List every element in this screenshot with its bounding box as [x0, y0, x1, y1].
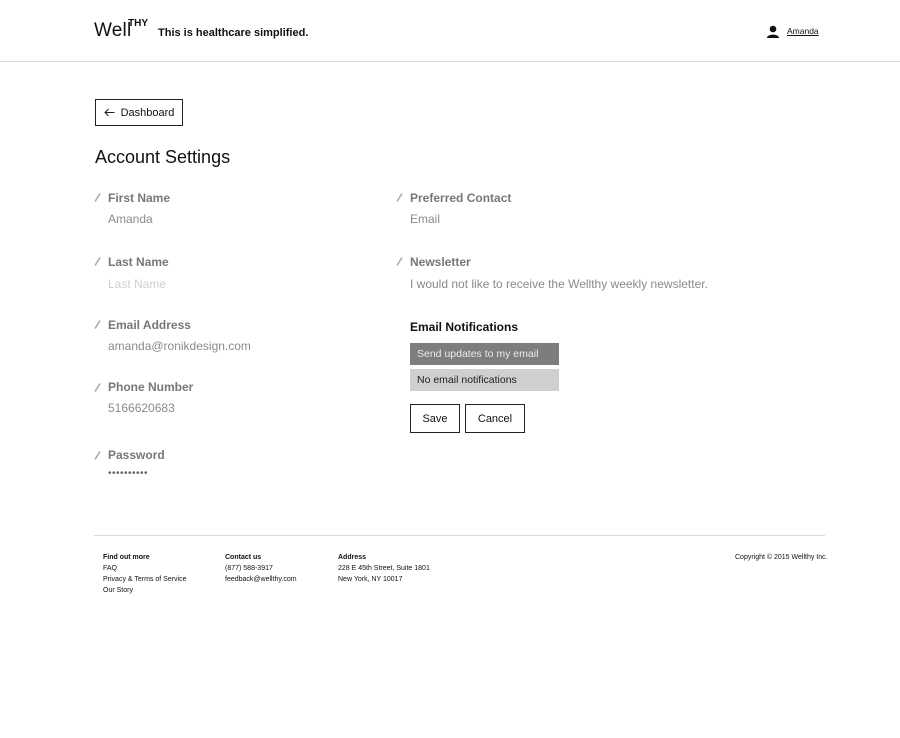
footer-link-faq[interactable]: FAQ — [103, 563, 187, 574]
footer-copyright: Copyright © 2015 Wellthy Inc. — [735, 554, 828, 561]
footer-email[interactable]: feedback@wellthy.com — [225, 574, 297, 585]
pencil-icon[interactable] — [396, 193, 403, 202]
footer-heading: Find out more — [103, 554, 150, 561]
footer-address: Address 228 E 45th Street, Suite 1801 Ne… — [338, 552, 430, 585]
newsletter-label: Newsletter — [410, 255, 471, 269]
password-label: Password — [108, 448, 165, 462]
email-address-label: Email Address — [108, 318, 191, 332]
option-no-email[interactable]: No email notifications — [410, 369, 559, 391]
page-title: Account Settings — [95, 147, 231, 167]
pencil-icon[interactable] — [94, 451, 101, 460]
dashboard-back-button[interactable]: Dashboard — [95, 99, 183, 126]
pencil-icon[interactable] — [94, 320, 101, 329]
last-name-field[interactable]: Last Name — [108, 277, 166, 291]
footer-divider — [94, 535, 825, 536]
footer-find-out-more: Find out more FAQ Privacy & Terms of Ser… — [103, 552, 187, 596]
email-notifications-heading: Email Notifications — [410, 320, 519, 334]
pencil-icon[interactable] — [94, 383, 101, 392]
tagline: This is healthcare simplified. — [158, 27, 309, 39]
user-menu-link[interactable]: Amanda — [787, 26, 819, 36]
footer-contact: Contact us (877) 588-3917 feedback@wellt… — [225, 552, 297, 585]
footer-link-privacy-terms[interactable]: Privacy & Terms of Service — [103, 574, 187, 585]
site-header: Well THY This is healthcare simplified. … — [0, 0, 900, 62]
footer-phone[interactable]: (877) 588-3917 — [225, 563, 297, 574]
option-send-updates[interactable]: Send updates to my email — [410, 343, 559, 365]
save-button[interactable]: Save — [410, 404, 460, 433]
user-icon[interactable] — [766, 25, 780, 38]
email-address-value[interactable]: amanda@ronikdesign.com — [108, 339, 251, 353]
cancel-button[interactable]: Cancel — [465, 404, 525, 433]
pencil-icon[interactable] — [396, 257, 403, 266]
logo[interactable]: Well — [94, 20, 131, 42]
footer-link-our-story[interactable]: Our Story — [103, 585, 187, 596]
phone-number-label: Phone Number — [108, 380, 194, 394]
pencil-icon[interactable] — [94, 193, 101, 202]
first-name-label: First Name — [108, 191, 171, 205]
password-value[interactable]: •••••••••• — [108, 468, 148, 479]
logo-superscript: THY — [128, 18, 148, 29]
newsletter-value[interactable]: I would not like to receive the Wellthy … — [410, 277, 708, 291]
footer-address-line1: 228 E 45th Street, Suite 1801 — [338, 565, 430, 572]
pencil-icon[interactable] — [94, 257, 101, 266]
footer-heading: Contact us — [225, 554, 262, 561]
dashboard-back-label: Dashboard — [120, 106, 175, 119]
preferred-contact-value[interactable]: Email — [410, 212, 440, 226]
footer-heading: Address — [338, 554, 367, 561]
arrow-left-icon — [103, 108, 115, 117]
last-name-label: Last Name — [108, 255, 169, 269]
first-name-value[interactable]: Amanda — [108, 212, 153, 226]
footer-address-line2: New York, NY 10017 — [338, 576, 403, 583]
phone-number-value[interactable]: 5166620683 — [108, 401, 175, 415]
preferred-contact-label: Preferred Contact — [410, 191, 512, 205]
